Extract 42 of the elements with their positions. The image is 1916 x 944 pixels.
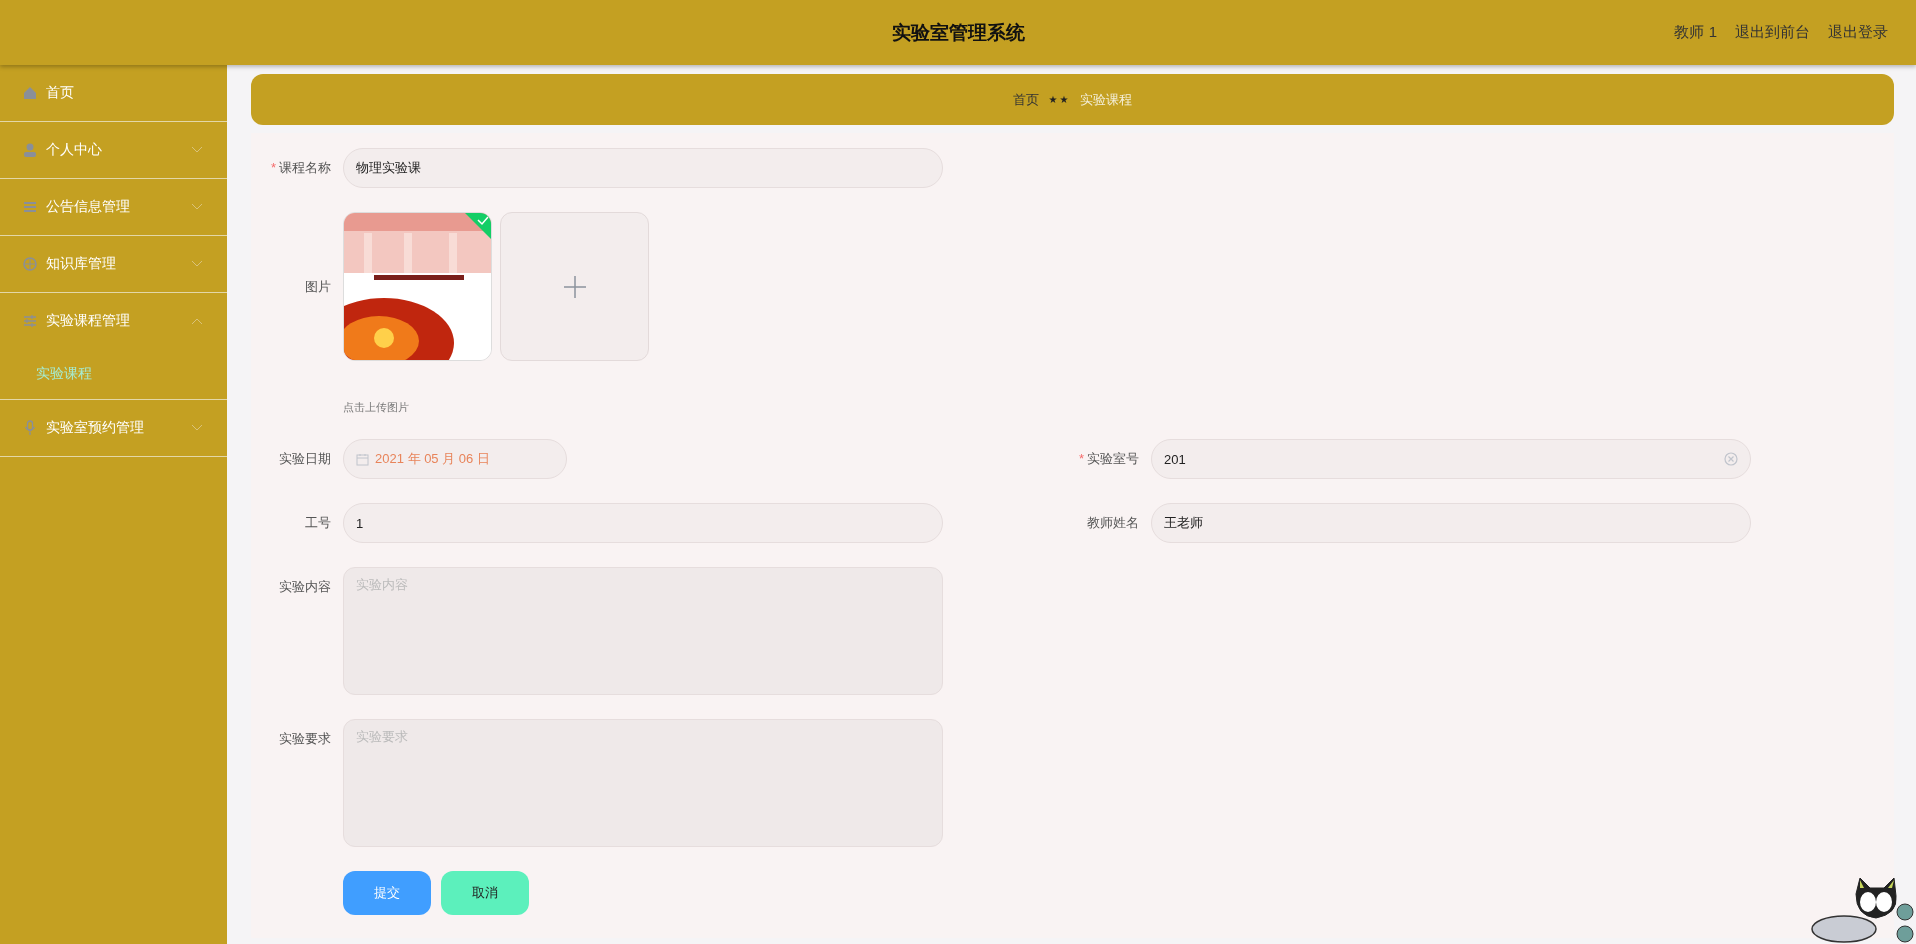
field-label: 实验要求 [279,730,331,748]
breadcrumb-separator: ★★ [1048,94,1071,105]
header-link[interactable]: 教师 1 [1674,23,1717,42]
calendar-icon [356,452,369,466]
field-label: 实验日期 [279,450,331,468]
plus-icon [562,274,587,299]
field-label: 实验室号 [1087,450,1139,468]
list-icon [22,199,38,215]
input-field[interactable]: 201 [1151,439,1751,479]
home-icon [22,85,38,101]
sidebar-item[interactable]: 首页 [0,65,227,122]
globe-icon [22,256,38,272]
field-label: 工号 [305,514,331,532]
sidebar-item[interactable]: 个人中心 [0,122,227,179]
field-label: 实验内容 [279,578,331,596]
field-label: 教师姓名 [1087,514,1139,532]
header-link[interactable]: 退出到前台 [1735,23,1810,42]
user-icon [22,142,38,158]
sidebar-subitem[interactable]: 实验课程 [0,349,227,399]
cancel-button[interactable]: 取消 [441,871,529,915]
input-field[interactable]: 王老师 [1151,503,1751,543]
breadcrumb-item[interactable]: 实验课程 [1080,90,1133,109]
field-label: 课程名称 [279,159,331,177]
upload-hint: 点击上传图片 [343,400,410,415]
microphone-icon [22,420,38,436]
app-title: 实验室管理系统 [891,20,1025,45]
required-mark: * [1078,450,1084,468]
upload-button[interactable] [500,212,649,361]
date-field[interactable]: 2021 年 05 月 06 日 [343,439,567,479]
breadcrumb-item[interactable]: 首页 [1012,90,1039,109]
sidebar-item[interactable]: 实验课程管理 [0,293,227,349]
field-label: 图片 [305,277,331,296]
sidebar-item[interactable]: 公告信息管理 [0,179,227,236]
required-mark: * [270,159,276,177]
sidebar-item[interactable]: 实验室预约管理 [0,400,227,457]
submit-button[interactable]: 提交 [343,871,431,915]
sidebar-item[interactable]: 知识库管理 [0,236,227,293]
clear-icon[interactable] [1724,452,1738,466]
input-field[interactable]: 1 [343,503,943,543]
sliders-icon [22,313,38,329]
input-field[interactable]: 物理实验课 [343,148,943,188]
header-link[interactable]: 退出登录 [1828,23,1888,42]
